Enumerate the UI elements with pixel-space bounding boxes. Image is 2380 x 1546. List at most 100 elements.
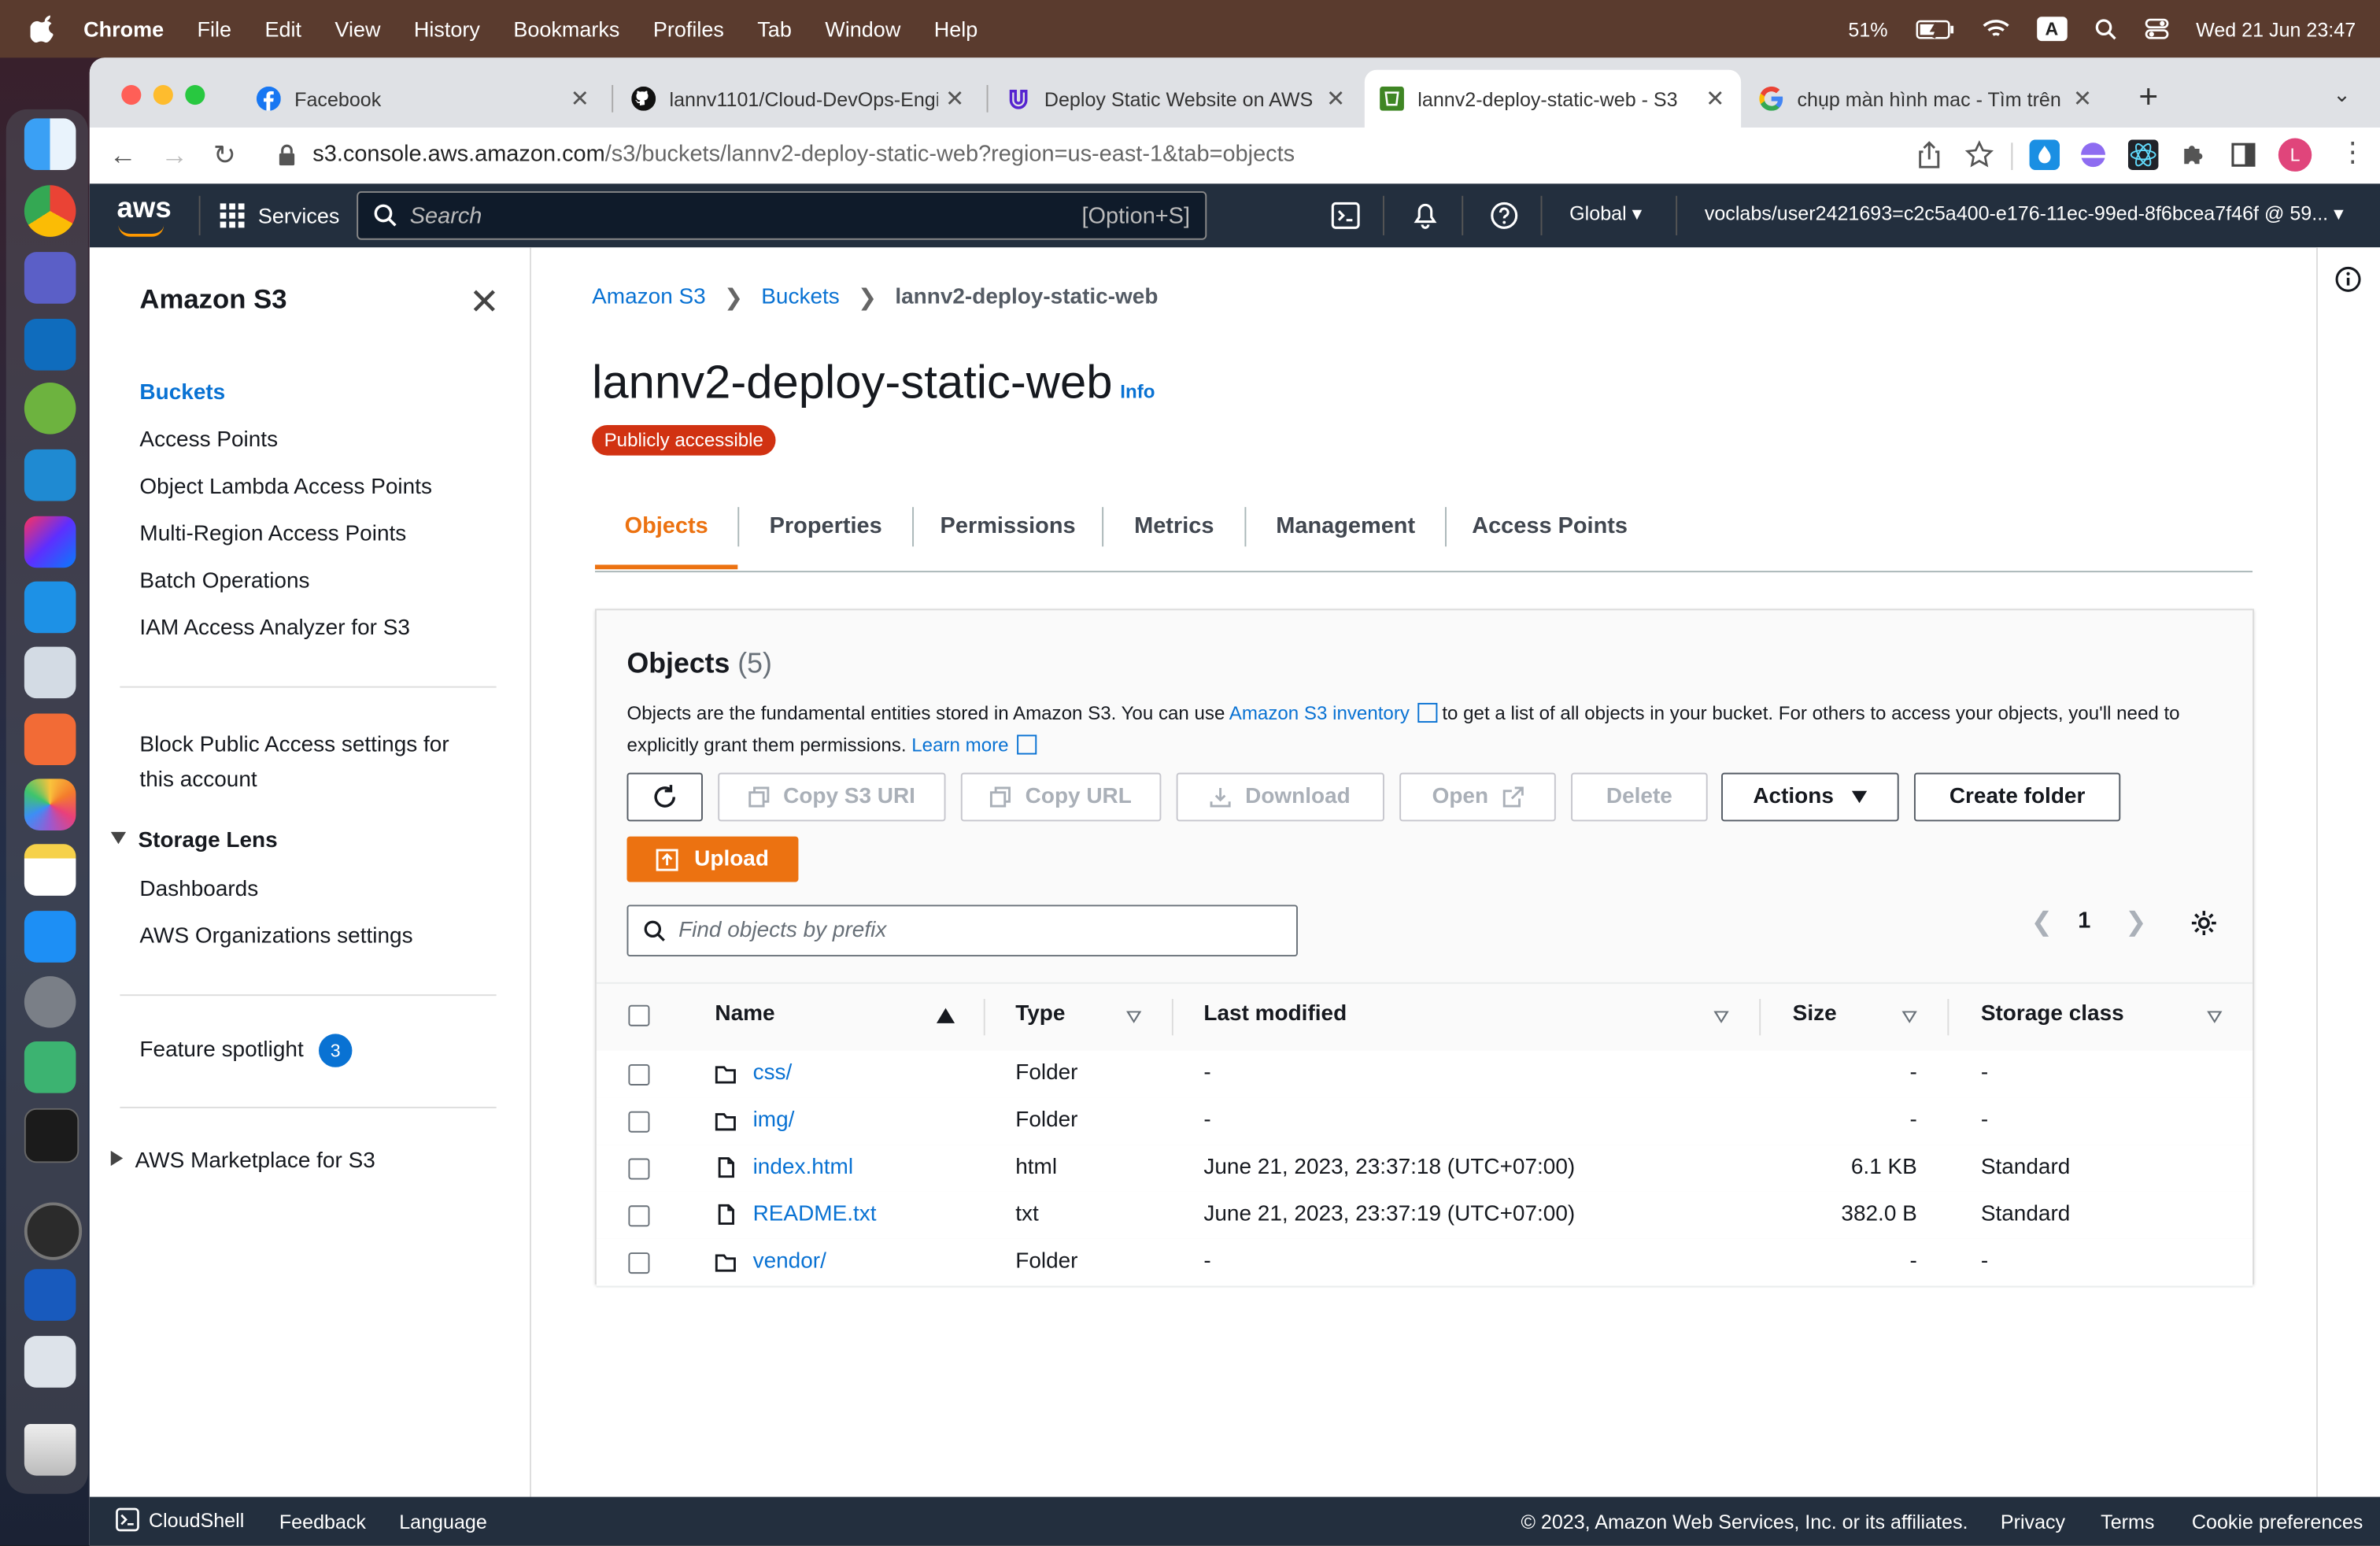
sidebar-item-object-lambda[interactable]: Object Lambda Access Points <box>139 475 432 500</box>
profile-avatar[interactable]: L <box>2278 138 2312 172</box>
intellij-icon[interactable] <box>24 516 76 568</box>
close-tab-icon[interactable]: ✕ <box>1319 85 1352 113</box>
help-icon[interactable] <box>1488 199 1521 232</box>
sidebar-item-aws-org-settings[interactable]: AWS Organizations settings <box>139 925 412 949</box>
docker-icon[interactable] <box>24 581 76 634</box>
menu-profiles[interactable]: Profiles <box>653 17 724 41</box>
spring-tool-icon[interactable] <box>24 383 76 435</box>
object-name-link[interactable]: README.txt <box>753 1202 877 1226</box>
sort-caret-icon[interactable] <box>1713 1011 1729 1023</box>
column-name[interactable]: Name <box>715 1002 774 1026</box>
menu-file[interactable]: File <box>198 17 232 41</box>
page-next-icon[interactable]: ❯ <box>2125 908 2146 938</box>
column-type[interactable]: Type <box>1015 1002 1065 1026</box>
menu-history[interactable]: History <box>414 17 480 41</box>
object-name-link[interactable]: img/ <box>753 1108 795 1133</box>
browser-tab[interactable]: lannv1101/Cloud-DevOps-Engi ✕ <box>616 70 981 128</box>
row-checkbox[interactable] <box>628 1158 650 1180</box>
download-button[interactable]: Download <box>1176 772 1384 822</box>
object-name-link[interactable]: css/ <box>753 1061 793 1086</box>
back-arrow-icon[interactable]: ← <box>108 139 139 170</box>
sidebar-item-feature-spotlight[interactable]: Feature spotlight 3 <box>139 1034 353 1067</box>
table-row[interactable]: img/Folder - - - <box>596 1097 2253 1147</box>
close-window-button[interactable] <box>121 85 142 105</box>
sidebar-item-iam-access-analyzer[interactable]: IAM Access Analyzer for S3 <box>139 616 410 641</box>
finder-icon[interactable] <box>24 118 76 171</box>
browser-tab[interactable]: Facebook ✕ <box>242 70 606 128</box>
page-number[interactable]: 1 <box>2078 908 2090 934</box>
menu-view[interactable]: View <box>334 17 380 41</box>
create-folder-button[interactable]: Create folder <box>1913 772 2121 822</box>
sidebar-item-multi-region[interactable]: Multi-Region Access Points <box>139 522 406 546</box>
column-size[interactable]: Size <box>1793 1002 1837 1026</box>
extensions-puzzle-icon[interactable] <box>2179 139 2209 170</box>
sort-caret-icon[interactable] <box>1901 1011 1917 1023</box>
app-store-icon[interactable] <box>24 911 76 963</box>
menu-tab[interactable]: Tab <box>757 17 792 41</box>
column-last-modified[interactable]: Last modified <box>1203 1002 1347 1026</box>
camera-app-icon[interactable] <box>24 1202 83 1260</box>
tab-access-points[interactable]: Access Points <box>1447 498 1653 570</box>
reload-icon[interactable]: ↻ <box>209 139 240 170</box>
new-tab-plus-icon[interactable]: + <box>2138 77 2158 117</box>
table-row[interactable]: vendor/Folder - - - <box>596 1238 2253 1288</box>
battery-icon[interactable] <box>1915 19 1954 39</box>
settings-gear-icon[interactable] <box>2190 909 2218 937</box>
menu-app-name[interactable]: Chrome <box>83 17 164 41</box>
circle-extension-icon[interactable] <box>2078 139 2108 170</box>
share-icon[interactable] <box>1914 139 1945 170</box>
object-name-link[interactable]: vendor/ <box>753 1249 826 1274</box>
row-checkbox[interactable] <box>628 1252 650 1274</box>
find-objects-input[interactable]: Find objects by prefix <box>626 904 1298 957</box>
region-selector[interactable]: Global ▾ <box>1569 202 1642 227</box>
sort-caret-icon[interactable] <box>2207 1011 2223 1023</box>
teams-icon[interactable] <box>24 252 76 304</box>
close-sidebar-icon[interactable]: ✕ <box>469 281 500 325</box>
row-checkbox[interactable] <box>628 1063 650 1086</box>
lock-icon[interactable] <box>278 144 296 166</box>
tab-properties[interactable]: Properties <box>739 498 912 570</box>
tab-management[interactable]: Management <box>1246 498 1445 570</box>
footer-terms[interactable]: Terms <box>2101 1511 2154 1533</box>
table-row[interactable]: index.html html June 21, 2023, 23:37:18 (U… <box>596 1145 2253 1193</box>
chrome-icon[interactable] <box>24 185 76 237</box>
upload-button[interactable]: Upload <box>626 836 799 882</box>
column-storage-class[interactable]: Storage class <box>1981 1002 2124 1026</box>
browser-tab[interactable]: Deploy Static Website on AWS ✕ <box>991 70 1362 128</box>
sidebar-item-batch-operations[interactable]: Batch Operations <box>139 569 309 594</box>
tab-permissions[interactable]: Permissions <box>914 498 1102 570</box>
info-panel-icon[interactable] <box>2334 266 2362 294</box>
footer-cloudshell[interactable]: CloudShell <box>116 1507 244 1532</box>
menu-help[interactable]: Help <box>934 17 978 41</box>
menu-bookmarks[interactable]: Bookmarks <box>513 17 619 41</box>
table-row[interactable]: css/Folder - - - <box>596 1050 2253 1100</box>
object-name-link[interactable]: index.html <box>753 1156 853 1180</box>
browser-menu-icon[interactable]: ⋮ <box>2339 137 2367 169</box>
vscode-icon[interactable] <box>24 449 76 501</box>
browser-tab-active[interactable]: lannv2-deploy-static-web - S3 ✕ <box>1364 69 1742 128</box>
photos-icon[interactable] <box>24 779 76 830</box>
terminal-icon[interactable] <box>24 1108 79 1163</box>
open-button[interactable]: Open <box>1399 772 1556 822</box>
refresh-button[interactable] <box>626 772 703 822</box>
info-link[interactable]: Info <box>1120 381 1155 402</box>
aws-logo[interactable]: aws <box>117 193 172 237</box>
react-devtools-icon[interactable] <box>2127 139 2159 171</box>
row-checkbox[interactable] <box>628 1205 650 1227</box>
sidebar-item-block-public-access[interactable]: Block Public Access settings for this ac… <box>139 729 489 799</box>
services-menu-button[interactable]: Services <box>220 183 339 247</box>
menu-edit[interactable]: Edit <box>264 17 301 41</box>
sort-caret-icon[interactable] <box>1126 1011 1142 1023</box>
outlook-icon[interactable] <box>24 319 76 371</box>
sidebar-item-buckets[interactable]: Buckets <box>139 381 225 405</box>
actions-dropdown-button[interactable]: Actions <box>1721 772 1899 822</box>
postgres-icon[interactable] <box>24 646 76 699</box>
tab-objects[interactable]: Objects <box>595 498 738 570</box>
sidebar-item-access-points[interactable]: Access Points <box>139 428 278 453</box>
browser-tab[interactable]: chụp màn hình mac - Tìm trên ✕ <box>1744 70 2108 128</box>
table-row[interactable]: README.txt txt June 21, 2023, 23:37:19 (UT… <box>596 1191 2253 1241</box>
close-tab-icon[interactable]: ✕ <box>564 85 597 113</box>
breadcrumb-buckets[interactable]: Buckets <box>761 286 840 310</box>
zoom-window-button[interactable] <box>185 85 205 105</box>
pen-tool-icon[interactable] <box>24 713 76 766</box>
